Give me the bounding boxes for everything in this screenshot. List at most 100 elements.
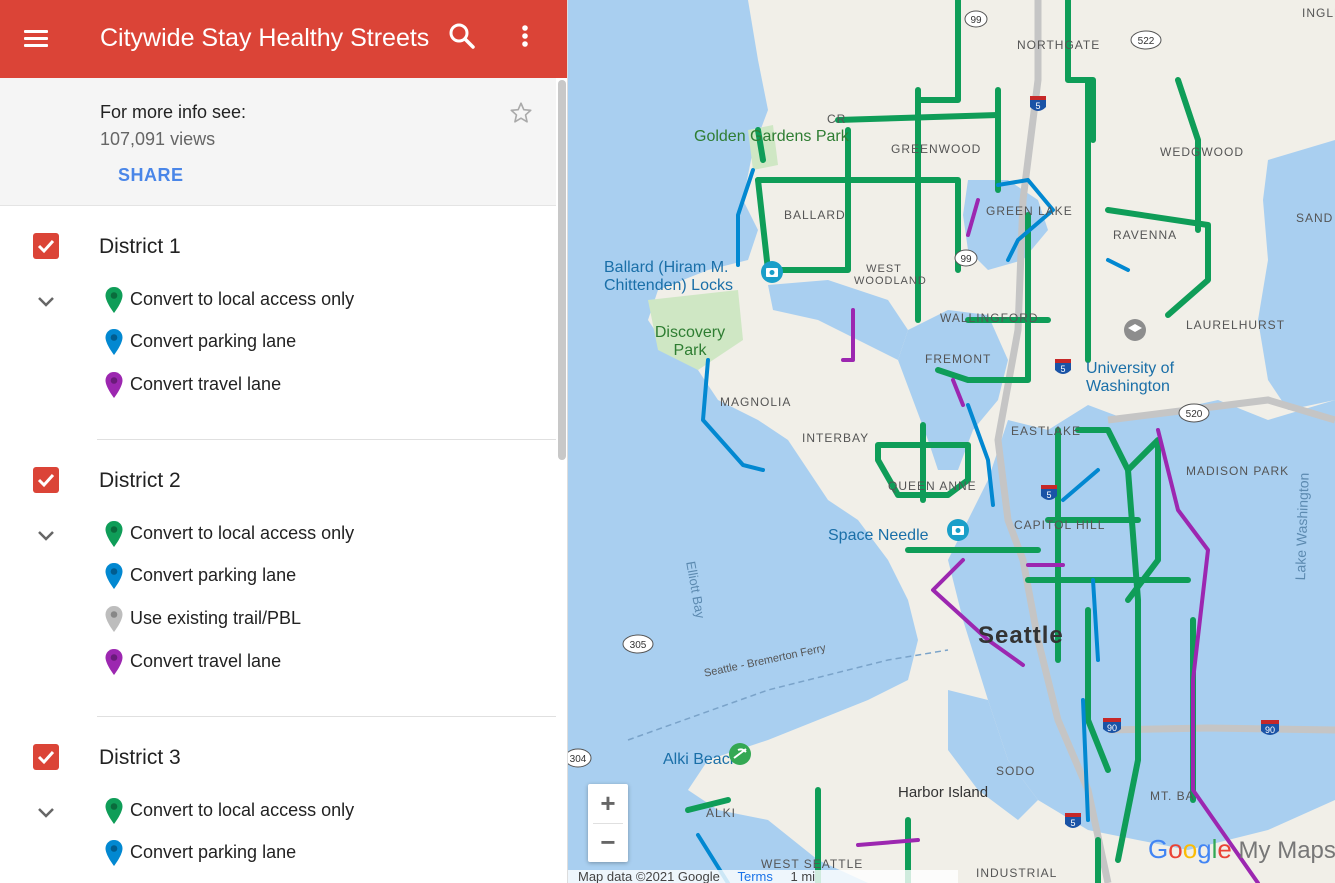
- map-label-university: University of Washington: [1086, 360, 1175, 395]
- map-info-panel: For more info see: 107,091 views SHARE: [0, 78, 556, 206]
- shield-number: 99: [970, 15, 982, 26]
- layer-name[interactable]: District 1: [99, 235, 181, 259]
- legend-label: Use existing trail/PBL: [130, 608, 302, 628]
- map-label-discovery-park: Discovery Park: [654, 324, 726, 359]
- map-title[interactable]: Citywide Stay Healthy Streets: [100, 22, 430, 54]
- shield-number: 99: [960, 254, 972, 265]
- legend-label: Convert parking lane: [130, 565, 297, 585]
- map-label-seattle: Seattle: [978, 622, 1064, 649]
- map-label-queen-anne: QUEEN ANNE: [888, 479, 977, 493]
- shield-number: 5: [1046, 490, 1051, 500]
- camera-poi-icon[interactable]: [760, 260, 784, 284]
- legend-label: Convert to local access only: [130, 289, 355, 309]
- map-label-interbay: INTERBAY: [802, 431, 870, 445]
- app: Citywide Stay Healthy Streets For more i…: [0, 0, 1335, 883]
- shield-number: 522: [1138, 36, 1155, 47]
- layer-name[interactable]: District 3: [99, 746, 181, 770]
- map-label-ballard: BALLARD: [784, 208, 846, 222]
- google-my-maps-logo: Google My Maps: [1148, 834, 1335, 864]
- zoom-control: + −: [588, 784, 628, 862]
- share-button[interactable]: SHARE: [118, 165, 184, 186]
- interstate-shield: 5: [1041, 485, 1057, 500]
- layer-name[interactable]: District 2: [99, 469, 181, 493]
- map-label-west-woodland: WEST WOODLAND: [854, 263, 927, 287]
- menu-line: [24, 44, 48, 47]
- highway-90: [1107, 724, 1335, 734]
- map-label-mt-baker: MT. BA: [1150, 789, 1195, 803]
- zoom-in-button[interactable]: +: [588, 784, 628, 822]
- pin-icon: [105, 521, 123, 547]
- map-label-industrial: INDUSTRIAL: [976, 866, 1058, 880]
- zoom-out-button[interactable]: −: [588, 823, 628, 861]
- map-label-northgate: NORTHGATE: [1017, 38, 1101, 52]
- menu-icon[interactable]: [20, 22, 52, 54]
- legend-label: Convert to local access only: [130, 523, 355, 543]
- pin-icon: [105, 372, 123, 398]
- map-attribution: Map data ©2021 Google Terms 1 mi: [568, 870, 958, 883]
- shield-number: 305: [630, 640, 647, 651]
- legend-label: Convert parking lane: [130, 842, 297, 862]
- map-label-madison-park: MADISON PARK: [1186, 464, 1290, 478]
- map-label-laurelhurst: LAURELHURST: [1186, 318, 1286, 332]
- pin-icon: [105, 606, 123, 632]
- pin-icon: [105, 798, 123, 824]
- shield-number: 90: [1265, 725, 1275, 735]
- map-label-crown-hill: CR: [827, 112, 847, 126]
- pin-icon: [105, 563, 123, 589]
- shield-number: 5: [1070, 818, 1075, 828]
- header-bar: Citywide Stay Healthy Streets: [0, 0, 567, 78]
- divider: [97, 716, 556, 717]
- more-vert-icon[interactable]: [512, 20, 538, 52]
- interstate-shield: 5: [1055, 359, 1071, 374]
- star-outline-icon[interactable]: [508, 100, 534, 126]
- layer-checkbox[interactable]: [33, 467, 59, 493]
- shield-number: 5: [1060, 364, 1065, 374]
- layer-checkbox[interactable]: [33, 744, 59, 770]
- map-label-fremont: FREMONT: [925, 352, 992, 366]
- info-label: For more info see:: [100, 102, 247, 122]
- highway-shield: 520: [1178, 403, 1210, 423]
- chevron-down-icon[interactable]: [36, 529, 56, 543]
- interstate-shield: 5: [1030, 96, 1046, 111]
- lake-washington: [1258, 140, 1335, 410]
- map-label-capitol-hill: CAPITOL HILL: [1014, 518, 1106, 532]
- camera-poi-icon[interactable]: [946, 518, 970, 542]
- map-label-harbor-island: Harbor Island: [898, 784, 989, 801]
- legend-label: Convert parking lane: [130, 331, 297, 351]
- shield-number: 5: [1035, 101, 1040, 111]
- search-icon[interactable]: [446, 20, 478, 52]
- legend-label: Convert travel lane: [130, 374, 282, 394]
- attribution-text: Map data ©2021 Google: [578, 869, 720, 883]
- interstate-shield: 90: [1103, 718, 1121, 733]
- sidebar-scrollbar[interactable]: [558, 80, 566, 460]
- layer-checkbox[interactable]: [33, 233, 59, 259]
- legend-label: Convert travel lane: [130, 651, 282, 671]
- terms-link[interactable]: Terms: [737, 869, 772, 883]
- map-label-magnolia: MAGNOLIA: [720, 395, 792, 409]
- highway-shield: 99: [964, 10, 988, 28]
- map-label-green-lake: GREEN LAKE: [986, 204, 1073, 218]
- menu-line: [24, 37, 48, 40]
- chevron-down-icon[interactable]: [36, 295, 56, 309]
- interstate-shield: 5: [1065, 813, 1081, 828]
- chevron-down-icon[interactable]: [36, 806, 56, 820]
- university-poi-icon[interactable]: [1123, 318, 1147, 342]
- scale-label: 1 mi: [790, 869, 816, 883]
- sidebar: Citywide Stay Healthy Streets For more i…: [0, 0, 568, 883]
- divider: [97, 439, 556, 440]
- map-label-alki: ALKI: [706, 806, 737, 820]
- interstate-shield: 90: [1261, 720, 1279, 735]
- beach-poi-icon[interactable]: [728, 742, 752, 766]
- map-label-golden-gardens: Golden Gardens Park: [694, 128, 849, 145]
- pin-icon: [105, 840, 123, 866]
- map-label-ballard-locks: Ballard (Hiram M. Chittenden) Locks: [604, 259, 733, 294]
- map-label-ingleside: INGLE: [1302, 6, 1335, 20]
- pin-icon: [105, 287, 123, 313]
- highway-shield: 305: [622, 634, 654, 654]
- map-label-sodo: SODO: [996, 764, 1036, 778]
- highway-shield: 522: [1130, 30, 1162, 50]
- menu-line: [24, 30, 48, 33]
- map-label-sand-point: SAND PO: [1296, 211, 1335, 225]
- shield-number: 304: [570, 754, 587, 765]
- map-canvas[interactable]: Golden Gardens Park Ballard (Hiram M. Ch…: [568, 0, 1335, 883]
